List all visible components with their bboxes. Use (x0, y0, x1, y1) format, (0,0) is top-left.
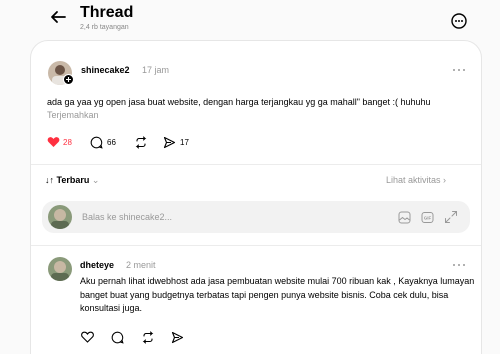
comment-icon[interactable] (111, 331, 124, 344)
like-count: 28 (63, 138, 72, 147)
divider (31, 164, 481, 165)
post-username[interactable]: shinecake2 (81, 65, 130, 75)
repost-icon[interactable] (134, 136, 148, 149)
post-text: ada ga yaa yg open jasa buat website, de… (47, 96, 477, 122)
post-time: 17 jam (142, 65, 170, 75)
top-bar: Thread 2,4 rb tayangan (0, 0, 500, 40)
comment-count: 66 (107, 138, 116, 147)
reply-more-icon[interactable] (452, 262, 466, 268)
repost-icon[interactable] (141, 331, 155, 344)
view-count: 2,4 rb tayangan (80, 24, 129, 31)
view-activity-link[interactable]: Lihat aktivitas › (386, 175, 446, 185)
heart-icon[interactable] (81, 331, 94, 343)
sort-dropdown[interactable]: ↓↑ Terbaru ⌄ (45, 175, 99, 186)
divider (31, 245, 481, 246)
gif-icon[interactable]: GIF (421, 211, 434, 224)
post-body: ada ga yaa yg open jasa buat website, de… (47, 97, 431, 107)
translate-link[interactable]: Terjemahkan (47, 110, 99, 120)
reply-placeholder: Balas ke shinecake2... (82, 212, 173, 222)
chevron-down-icon: ⌄ (91, 175, 100, 185)
reply-input[interactable]: Balas ke shinecake2... GIF (42, 201, 470, 233)
svg-text:GIF: GIF (424, 216, 432, 221)
post-more-icon[interactable] (452, 67, 466, 73)
share-icon[interactable] (163, 136, 176, 149)
follow-plus-icon[interactable] (63, 74, 74, 85)
avatar (48, 205, 72, 229)
sort-label: Terbaru (56, 175, 90, 185)
comment-icon[interactable] (90, 136, 103, 149)
reply-username[interactable]: dheteye (80, 260, 114, 270)
heart-filled-icon[interactable] (47, 136, 60, 148)
more-options-icon[interactable] (450, 12, 468, 30)
share-count: 17 (180, 138, 189, 147)
back-arrow-icon[interactable] (48, 7, 68, 27)
share-icon[interactable] (171, 331, 184, 344)
reply-text: Aku pernah lihat idwebhost ada jasa pemb… (80, 276, 475, 313)
reply-time: 2 menit (126, 260, 156, 270)
expand-icon[interactable] (444, 210, 458, 224)
sort-arrows-icon: ↓↑ (45, 175, 57, 185)
avatar[interactable] (48, 257, 72, 281)
page-title: Thread (80, 4, 134, 21)
image-icon[interactable] (398, 211, 411, 224)
